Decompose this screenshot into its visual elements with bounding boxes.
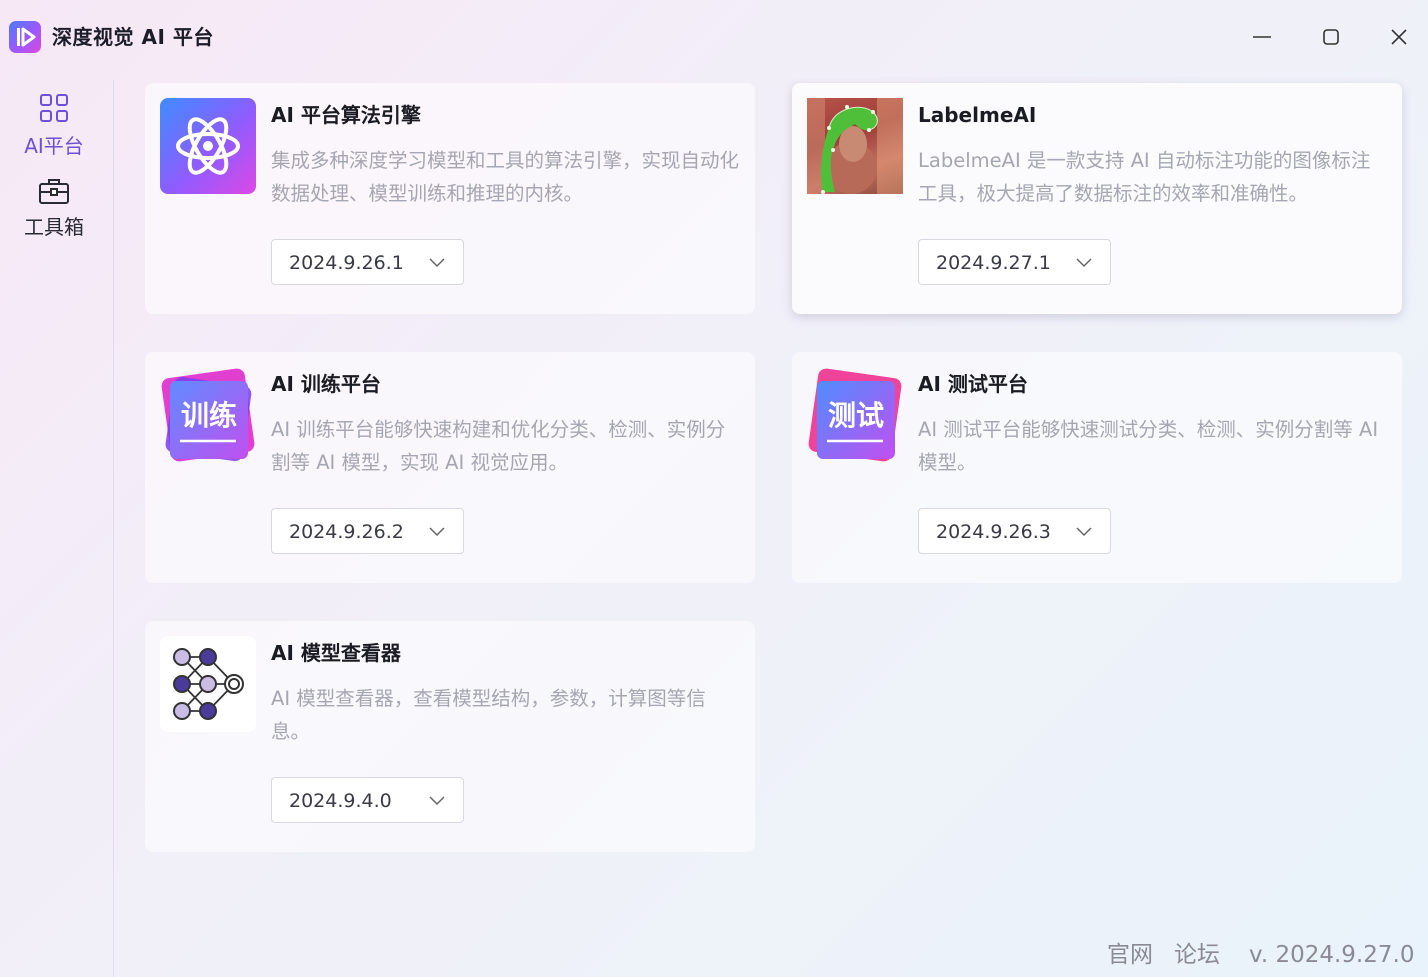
- title-bar: 深度视觉 AI 平台: [0, 0, 1428, 72]
- app-card-algorithm-engine[interactable]: AI 平台算法引擎 集成多种深度学习模型和工具的算法引擎，实现自动化数据处理、模…: [145, 83, 755, 314]
- neural-network-icon: [160, 636, 256, 732]
- version-value: 2024.9.26.1: [289, 252, 404, 274]
- app-card-training-platform[interactable]: 训练 AI 训练平台 AI 训练平台能够快速构建和优化分类、检测、实例分割等 A…: [145, 352, 755, 583]
- train-badge-text: 训练: [180, 399, 237, 432]
- app-card-labelmeai[interactable]: LabelmeAI LabelmeAI 是一款支持 AI 自动标注功能的图像标注…: [792, 83, 1402, 314]
- minimize-button[interactable]: [1247, 22, 1277, 52]
- card-description: AI 模型查看器，查看模型结构，参数，计算图等信息。: [271, 687, 706, 743]
- sidebar-item-label: AI平台: [24, 134, 84, 158]
- version-select[interactable]: 2024.9.27.1: [918, 239, 1111, 285]
- card-description: AI 训练平台能够快速构建和优化分类、检测、实例分割等 AI 模型，实现 AI …: [271, 418, 726, 474]
- app-title: 深度视觉 AI 平台: [52, 25, 214, 49]
- card-description: LabelmeAI 是一款支持 AI 自动标注功能的图像标注工具，极大提高了数据…: [918, 149, 1371, 205]
- version-select[interactable]: 2024.9.26.3: [918, 508, 1111, 554]
- card-description: AI 测试平台能够快速测试分类、检测、实例分割等 AI 模型。: [918, 418, 1379, 474]
- chevron-down-icon: [429, 527, 445, 537]
- version-select[interactable]: 2024.9.26.1: [271, 239, 464, 285]
- chevron-down-icon: [429, 796, 445, 806]
- chevron-down-icon: [429, 258, 445, 268]
- card-title: AI 训练平台: [271, 372, 381, 396]
- sidebar-item-ai-platform[interactable]: AI平台: [0, 92, 108, 159]
- chevron-down-icon: [1076, 527, 1092, 537]
- maximize-icon: [1323, 29, 1339, 45]
- card-description: 集成多种深度学习模型和工具的算法引擎，实现自动化数据处理、模型训练和推理的内核。: [271, 149, 740, 205]
- close-button[interactable]: [1384, 22, 1414, 52]
- forum-link[interactable]: 论坛: [1174, 940, 1220, 970]
- sidebar-divider: [113, 80, 114, 977]
- test-badge-icon: 测试: [807, 367, 903, 463]
- version-value: 2024.9.26.3: [936, 521, 1051, 543]
- app-logo-icon: [9, 21, 41, 53]
- version-value: 2024.9.26.2: [289, 521, 404, 543]
- version-value: 2024.9.27.1: [936, 252, 1051, 274]
- maximize-button[interactable]: [1316, 22, 1346, 52]
- version-value: 2024.9.4.0: [289, 790, 392, 812]
- card-title: AI 平台算法引擎: [271, 103, 421, 127]
- toolbox-icon: [39, 179, 69, 204]
- card-title: AI 模型查看器: [271, 641, 401, 665]
- close-icon: [1391, 29, 1407, 45]
- labelme-image-icon: [807, 98, 903, 194]
- version-select[interactable]: 2024.9.26.2: [271, 508, 464, 554]
- minimize-icon: [1253, 36, 1271, 38]
- train-badge-icon: 训练: [160, 367, 256, 463]
- card-title: AI 测试平台: [918, 372, 1028, 396]
- sidebar-item-toolbox[interactable]: 工具箱: [0, 176, 108, 240]
- test-badge-text: 测试: [827, 399, 884, 432]
- website-link[interactable]: 官网: [1107, 940, 1153, 970]
- version-select[interactable]: 2024.9.4.0: [271, 777, 464, 823]
- atom-icon: [160, 98, 256, 194]
- app-card-testing-platform[interactable]: 测试 AI 测试平台 AI 测试平台能够快速测试分类、检测、实例分割等 AI 模…: [792, 352, 1402, 583]
- card-title: LabelmeAI: [918, 103, 1037, 127]
- chevron-down-icon: [1076, 258, 1092, 268]
- app-card-model-viewer[interactable]: AI 模型查看器 AI 模型查看器，查看模型结构，参数，计算图等信息。 2024…: [145, 621, 755, 852]
- sidebar-item-label: 工具箱: [24, 215, 84, 239]
- grid-icon: [40, 94, 68, 122]
- app-version: v. 2024.9.27.0: [1249, 942, 1415, 968]
